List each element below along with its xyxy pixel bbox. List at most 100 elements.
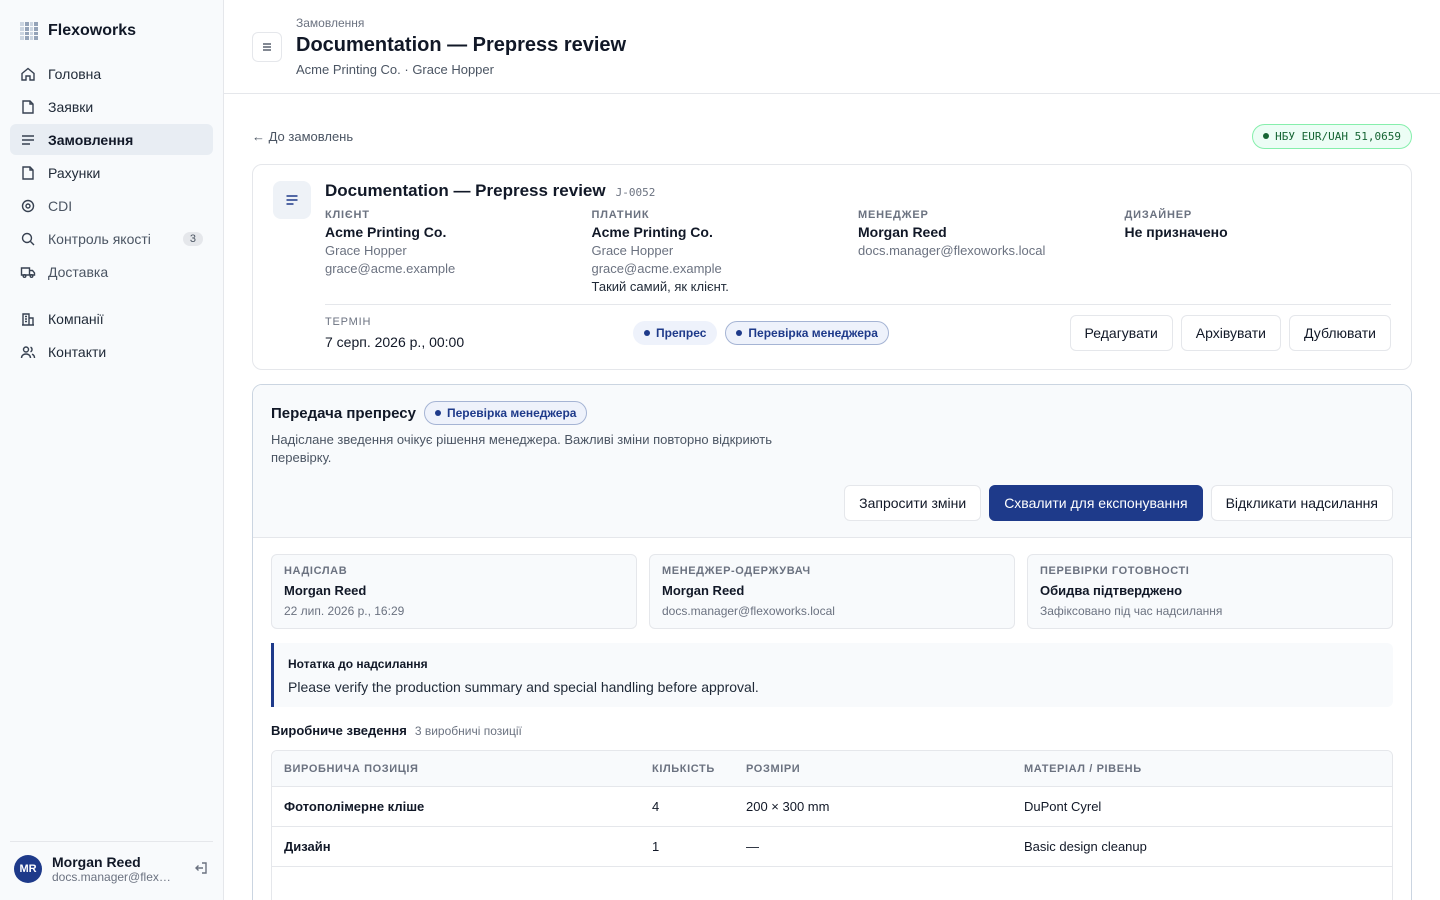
duplicate-button[interactable]: Дублювати xyxy=(1289,315,1391,351)
main: Замовлення Documentation — Prepress revi… xyxy=(224,0,1440,900)
menu-icon xyxy=(263,43,271,51)
table-row: Дизайн 1 — Basic design cleanup xyxy=(272,827,1392,867)
sidebar-item-label: Доставка xyxy=(48,263,109,280)
sidebar-item-quality[interactable]: Контроль якості 3 xyxy=(10,223,213,254)
sidebar-item-contacts[interactable]: Контакти xyxy=(10,336,213,367)
page-title: Documentation — Prepress review xyxy=(296,34,627,56)
sidebar-item-label: CDI xyxy=(48,197,73,214)
status-badge-prepress: Препрес xyxy=(633,321,718,345)
column-header: РОЗМІРИ xyxy=(746,762,801,775)
manager-email[interactable]: docs.manager@flexoworks.local xyxy=(858,243,1125,258)
cell-size: — xyxy=(746,839,759,854)
client-email[interactable]: grace@acme.example xyxy=(325,261,592,276)
handoff-title-row: Передача препресу Перевірка менеджера xyxy=(271,401,1393,425)
avatar[interactable]: MR xyxy=(14,855,42,883)
designer-label: ДИЗАЙНЕР xyxy=(1124,209,1193,221)
payer-contact: Grace Hopper xyxy=(591,243,674,258)
recall-submission-button[interactable]: Відкликати надсилання xyxy=(1210,485,1393,521)
recipient-box: МЕНЕДЖЕР-ОДЕРЖУВАЧ Morgan Reed docs.mana… xyxy=(649,554,1015,629)
cell-qty: 1 xyxy=(652,839,660,854)
file-icon xyxy=(20,99,36,115)
term-label: ТЕРМІН xyxy=(325,316,372,328)
production-table: ВИРОБНИЧА ПОЗИЦІЯ КІЛЬКІСТЬ РОЗМІРИ МАТЕ… xyxy=(271,750,1393,900)
manager-name: Morgan Reed xyxy=(858,224,947,240)
archive-button[interactable]: Архівувати xyxy=(1180,315,1281,351)
count-badge: 3 xyxy=(182,231,203,246)
truck-icon xyxy=(20,264,36,280)
client-name[interactable]: Acme Printing Co. xyxy=(325,224,592,240)
note-title: Нотатка до надсилання xyxy=(288,657,428,671)
topbar: Замовлення Documentation — Prepress revi… xyxy=(224,0,1440,94)
handoff-description: Надіслане зведення очікує рішення менедж… xyxy=(271,432,772,465)
summary-count: 3 виробничі позиції xyxy=(414,724,522,738)
submission-note: Нотатка до надсилання Please verify the … xyxy=(271,643,1393,707)
user-info: Morgan Reed docs.manager@flexoworks.loca… xyxy=(52,854,183,884)
nav-divider xyxy=(10,289,213,303)
handoff-title: Передача препресу xyxy=(271,404,416,422)
sidebar-item-label: Контроль якості xyxy=(48,230,151,247)
payer-name[interactable]: Acme Printing Co. xyxy=(592,224,859,240)
note-text: Please verify the production summary and… xyxy=(288,679,759,695)
info-sub: Зафіксовано під час надсилання xyxy=(1040,604,1223,618)
file-icon xyxy=(20,165,36,181)
back-link[interactable]: ← До замовлень xyxy=(252,129,353,144)
user-email: docs.manager@flexoworks.local xyxy=(52,870,176,884)
column-header: МАТЕРІАЛ / РІВЕНЬ xyxy=(1024,762,1142,775)
payer-email[interactable]: grace@acme.example xyxy=(592,261,859,276)
sidebar-item-delivery[interactable]: Доставка xyxy=(10,256,213,287)
exchange-rate-badge: НБУ EUR/UAH 51,0659 xyxy=(1252,123,1412,149)
info-label: ПЕРЕВІРКИ ГОТОВНОСТІ xyxy=(1040,565,1190,577)
sidebar-item-requests[interactable]: Заявки xyxy=(10,91,213,122)
sidebar-item-home[interactable]: Головна xyxy=(10,58,213,89)
handoff-info-grid: НАДІСЛАВ Morgan Reed 22 лип. 2026 р., 16… xyxy=(271,554,1393,629)
sidebar-item-label: Контакти xyxy=(48,343,107,360)
order-actions: Редагувати Архівувати Дублювати xyxy=(1069,315,1391,351)
target-icon xyxy=(20,198,36,214)
header-text: Замовлення Documentation — Prepress revi… xyxy=(296,16,626,77)
client-block: КЛІЄНТ Acme Printing Co. Grace Hopper gr… xyxy=(325,209,592,294)
exchange-rate-text: НБУ EUR/UAH 51,0659 xyxy=(1275,129,1401,143)
info-label: МЕНЕДЖЕР-ОДЕРЖУВАЧ xyxy=(662,565,811,577)
status-dot-icon xyxy=(644,330,650,336)
page-subtitle: Acme Printing Co. · Grace Hopper xyxy=(296,62,494,77)
users-icon xyxy=(20,344,36,360)
approve-exposure-button[interactable]: Схвалити для експонування xyxy=(989,485,1203,521)
sidebar-item-orders[interactable]: Замовлення xyxy=(10,124,213,155)
logo-icon xyxy=(20,22,38,40)
payer-block: ПЛАТНИК Acme Printing Co. Grace Hopper g… xyxy=(592,209,859,294)
status-dot-icon xyxy=(736,330,743,336)
order-card: Documentation — Prepress review J-0052 К… xyxy=(252,164,1412,370)
order-title-row: Documentation — Prepress review J-0052 xyxy=(325,181,1391,201)
edit-button[interactable]: Редагувати xyxy=(1069,315,1173,351)
sidebar-item-cdi[interactable]: CDI xyxy=(10,190,213,221)
home-icon xyxy=(20,66,36,82)
sidebar-item-label: Головна xyxy=(48,65,102,82)
cell-material: Basic design cleanup xyxy=(1024,839,1147,854)
designer-block: ДИЗАЙНЕР Не призначено xyxy=(1125,209,1392,294)
sidebar-item-companies[interactable]: Компанії xyxy=(10,303,213,334)
brand[interactable]: Flexoworks xyxy=(0,0,223,54)
menu-button[interactable] xyxy=(252,32,282,62)
manager-label: МЕНЕДЖЕР xyxy=(858,209,929,221)
logout-icon[interactable] xyxy=(193,860,209,879)
table-header: ВИРОБНИЧА ПОЗИЦІЯ КІЛЬКІСТЬ РОЗМІРИ МАТЕ… xyxy=(272,751,1392,787)
status-dot-icon xyxy=(1263,133,1270,139)
sidebar-item-label: Заявки xyxy=(48,98,94,115)
request-changes-button[interactable]: Запросити зміни xyxy=(844,485,982,521)
sidebar-item-label: Замовлення xyxy=(48,131,134,148)
sidebar-item-label: Компанії xyxy=(48,310,104,327)
order-id: J-0052 xyxy=(615,186,656,199)
breadcrumb[interactable]: Замовлення xyxy=(296,16,626,30)
designer-name: Не призначено xyxy=(1124,224,1228,240)
production-summary-header: Виробниче зведення 3 виробничі позиції xyxy=(271,723,1393,738)
info-value: Morgan Reed xyxy=(284,583,367,598)
order-title: Documentation — Prepress review xyxy=(325,181,606,200)
payer-note: Такий самий, як клієнт. xyxy=(591,279,729,294)
sidebar: Flexoworks Головна Заявки Замовлення Рах… xyxy=(0,0,224,900)
sidebar-item-invoices[interactable]: Рахунки xyxy=(10,157,213,188)
sent-by-box: НАДІСЛАВ Morgan Reed 22 лип. 2026 р., 16… xyxy=(271,554,637,629)
status-badge-label: Перевірка менеджера xyxy=(446,406,577,420)
handoff-body: НАДІСЛАВ Morgan Reed 22 лип. 2026 р., 16… xyxy=(253,538,1411,900)
content: ← До замовлень НБУ EUR/UAH 51,0659 Docum… xyxy=(224,94,1440,900)
list-icon xyxy=(20,132,36,148)
